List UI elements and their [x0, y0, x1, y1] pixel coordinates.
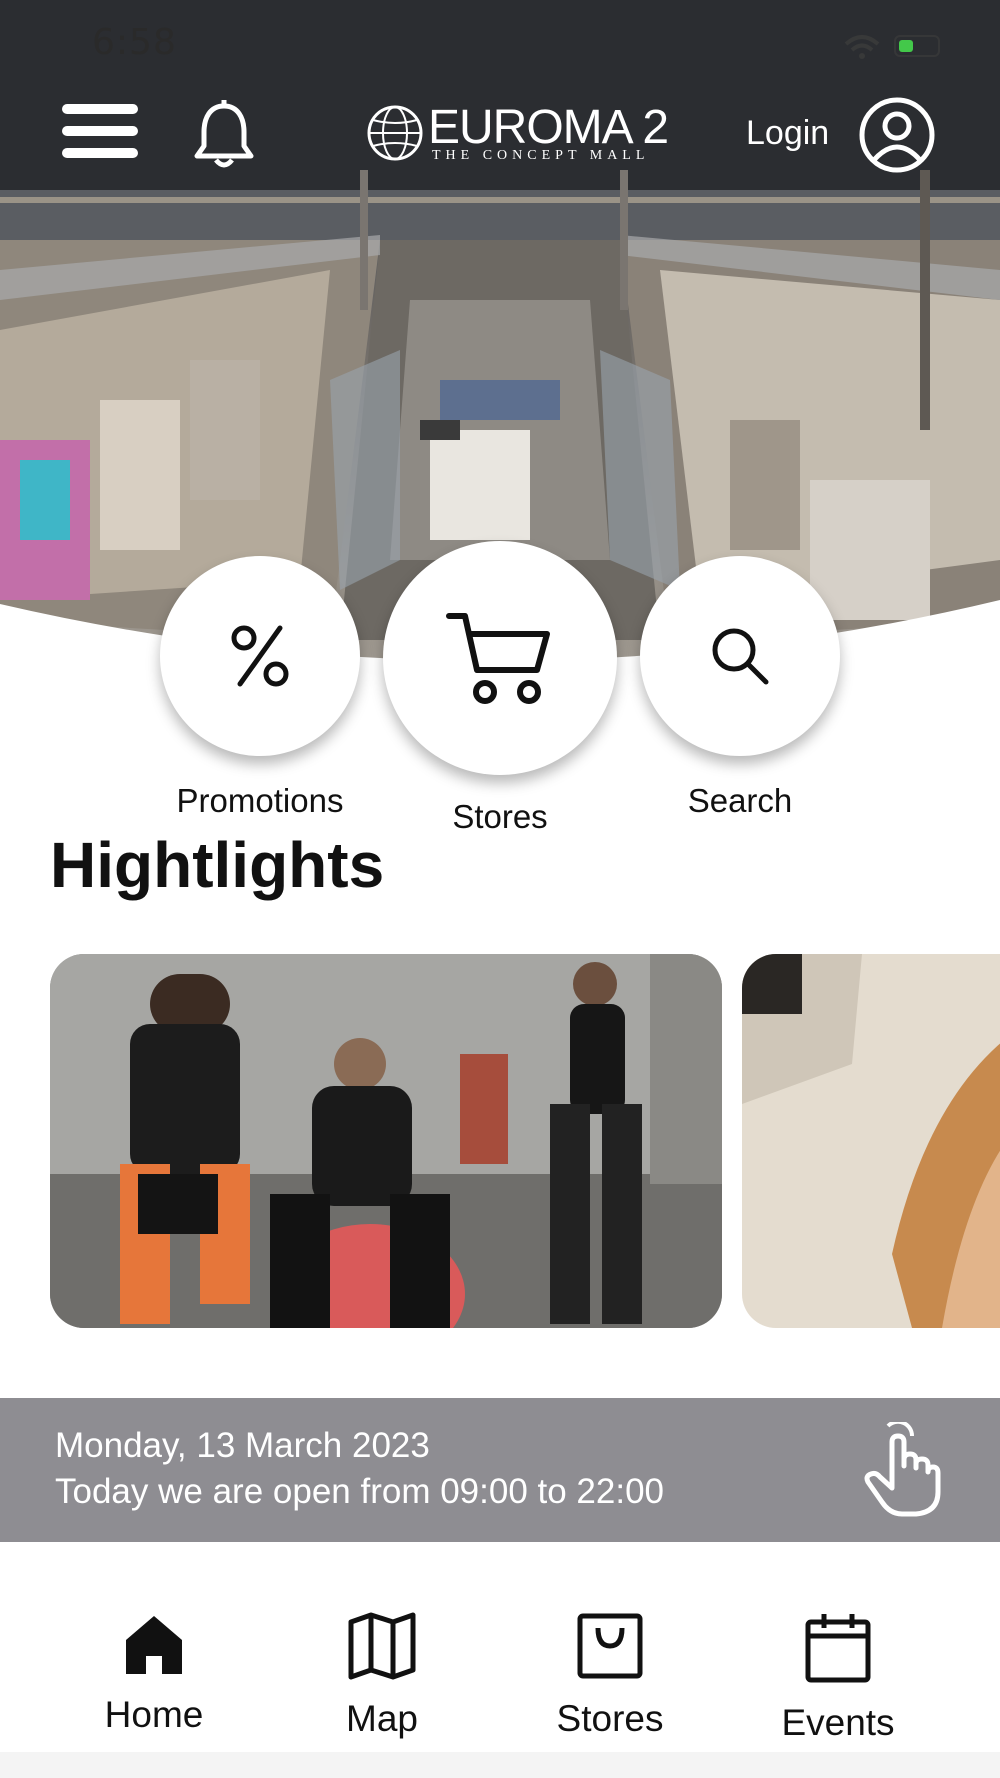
nav-stores-label: Stores [556, 1698, 664, 1739]
home-indicator-bar [0, 1752, 1000, 1778]
user-circle-icon[interactable] [858, 96, 936, 174]
nav-stores[interactable]: Stores [510, 1612, 710, 1740]
nav-home[interactable]: Home [54, 1612, 254, 1736]
login-label[interactable]: Login [746, 114, 829, 153]
percent-icon [231, 625, 289, 687]
status-time: 6:58 [92, 22, 177, 63]
stores-button[interactable] [383, 541, 617, 775]
globe-logo-icon [367, 105, 423, 161]
current-date: Monday, 13 March 2023 [55, 1426, 430, 1465]
highlights-title: Hightlights [50, 829, 385, 901]
hamburger-menu-icon[interactable] [62, 104, 138, 164]
stores-label[interactable]: Stores [380, 798, 620, 836]
search-button[interactable] [640, 556, 840, 756]
shopping-cart-icon [446, 613, 550, 704]
logo-tagline: THE CONCEPT MALL [432, 148, 650, 163]
bell-icon[interactable] [192, 100, 256, 170]
nav-map-label: Map [346, 1698, 418, 1739]
battery-icon [894, 35, 940, 57]
euroma2-logo[interactable]: EUROMA 2 THE CONCEPT MALL [366, 100, 676, 170]
woman-portrait-photo [742, 954, 1000, 1328]
tap-hand-icon[interactable] [862, 1422, 942, 1518]
map-icon [348, 1612, 416, 1680]
nav-events[interactable]: Events [738, 1612, 938, 1744]
home-icon [126, 1616, 182, 1674]
opening-hours-text: Today we are open from 09:00 to 22:00 [55, 1472, 665, 1511]
opening-hours-bar[interactable]: Monday, 13 March 2023 Today we are open … [0, 1398, 1000, 1542]
nav-home-label: Home [104, 1694, 204, 1735]
fitness-people-photo [50, 954, 722, 1328]
nav-events-label: Events [781, 1702, 895, 1743]
search-icon [712, 628, 769, 685]
status-icons [842, 32, 940, 60]
nav-map[interactable]: Map [282, 1612, 482, 1740]
bottom-navigation: Home Map Stores Events [0, 1542, 1000, 1778]
highlight-card[interactable] [742, 954, 1000, 1328]
highlight-card[interactable] [50, 954, 722, 1328]
logo-name: EUROMA 2 [428, 101, 669, 154]
promotions-label[interactable]: Promotions [140, 782, 380, 820]
shopping-bag-icon [577, 1613, 643, 1679]
search-label[interactable]: Search [620, 782, 860, 820]
calendar-icon [805, 1614, 871, 1683]
promotions-button[interactable] [160, 556, 360, 756]
wifi-icon [844, 35, 880, 59]
